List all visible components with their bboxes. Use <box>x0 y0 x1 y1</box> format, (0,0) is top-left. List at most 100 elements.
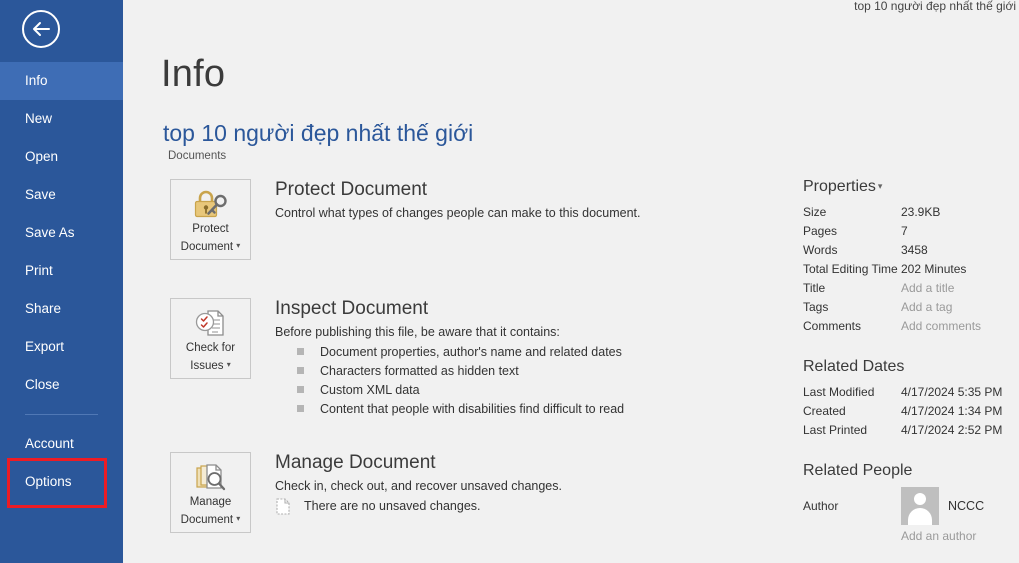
sidebar-item-share[interactable]: Share <box>0 290 123 328</box>
window-corner-title: top 10 người đẹp nhất thế giới <box>854 0 1016 13</box>
sidebar-item-print[interactable]: Print <box>0 252 123 290</box>
list-item-label: Document properties, author's name and r… <box>320 344 622 359</box>
sidebar-item-save-as[interactable]: Save As <box>0 214 123 252</box>
check-for-issues-button[interactable]: Check for Issues ▾ <box>170 298 251 379</box>
sidebar-item-open[interactable]: Open <box>0 138 123 176</box>
property-key: Words <box>803 243 838 257</box>
backstage-view: Info New Open Save Save As Print Share E… <box>0 0 1019 563</box>
sidebar-item-label: Open <box>25 149 59 164</box>
property-row-pages: Pages 7 <box>803 222 1019 241</box>
property-key: Title <box>803 281 826 295</box>
document-checklist-icon <box>171 306 250 340</box>
chevron-down-icon: ▾ <box>877 181 883 191</box>
sidebar-item-label: Options <box>25 474 72 489</box>
manage-document-body: Manage Document Check in, check out, and… <box>275 450 562 515</box>
protect-document-title: Protect Document <box>275 179 428 200</box>
related-date-value: 4/17/2024 1:34 PM <box>901 404 1003 418</box>
property-key: Comments <box>803 319 862 333</box>
panel-spacer <box>803 336 1019 358</box>
add-tag-field[interactable]: Add a tag <box>901 298 952 317</box>
add-title-field[interactable]: Add a title <box>901 279 954 298</box>
bullet-square-icon <box>297 386 304 393</box>
sidebar-item-label: Save As <box>25 225 75 240</box>
property-key: Total Editing Time <box>803 262 898 276</box>
document-name: top 10 người đẹp nhất thế giới <box>163 120 474 146</box>
unsaved-changes-text: There are no unsaved changes. <box>304 499 481 513</box>
sidebar-item-close[interactable]: Close <box>0 366 123 404</box>
lock-and-key-icon <box>171 187 250 221</box>
properties-heading-label: Properties <box>803 178 876 195</box>
list-item-label: Characters formatted as hidden text <box>320 363 519 378</box>
check-issues-button-label-line1: Check for <box>185 342 236 354</box>
related-date-row-last-printed: Last Printed 4/17/2024 2:52 PM <box>803 421 1019 440</box>
add-author-field[interactable]: Add an author <box>901 529 1019 543</box>
properties-heading[interactable]: Properties ▾ <box>803 178 1019 196</box>
sidebar-item-label: Account <box>25 436 74 451</box>
documents-magnifier-icon <box>171 460 250 494</box>
back-arrow-glyph <box>33 22 50 36</box>
manage-document-title: Manage Document <box>275 452 436 473</box>
sidebar-item-options[interactable]: Options <box>0 463 123 501</box>
protect-button-label-line2: Document ▾ <box>180 241 241 253</box>
related-date-key: Created <box>803 404 846 418</box>
backstage-main: top 10 người đẹp nhất thế giới Info top … <box>123 0 1019 563</box>
avatar-body <box>908 508 932 525</box>
chevron-down-icon: ▾ <box>226 360 231 369</box>
property-key: Tags <box>803 300 829 314</box>
related-date-row-last-modified: Last Modified 4/17/2024 5:35 PM <box>803 383 1019 402</box>
panel-spacer <box>803 440 1019 462</box>
back-arrow-icon[interactable] <box>22 10 60 48</box>
sidebar-item-account[interactable]: Account <box>0 425 123 463</box>
property-key: Size <box>803 205 827 219</box>
sidebar-item-new[interactable]: New <box>0 100 123 138</box>
property-row-tags: Tags Add a tag <box>803 298 1019 317</box>
property-value: 202 Minutes <box>901 262 967 276</box>
sidebar-item-label: Export <box>25 339 65 354</box>
add-comments-field[interactable]: Add comments <box>901 317 981 336</box>
author-name: NCCC <box>948 499 985 513</box>
list-item: Document properties, author's name and r… <box>275 342 624 361</box>
document-location: Documents <box>168 150 227 162</box>
sidebar-divider <box>25 414 98 415</box>
draft-document-icon <box>276 498 290 515</box>
sidebar-item-label: Print <box>25 263 53 278</box>
protect-button-label-line1: Protect <box>192 223 229 235</box>
manage-document-description: Check in, check out, and recover unsaved… <box>275 479 562 493</box>
property-row-words: Words 3458 <box>803 241 1019 260</box>
sidebar-item-label: Share <box>25 301 62 316</box>
bullet-square-icon <box>297 405 304 412</box>
sidebar-item-export[interactable]: Export <box>0 328 123 366</box>
manage-button-label-line2: Document ▾ <box>180 514 241 526</box>
related-people-heading: Related People <box>803 462 913 479</box>
property-row-size: Size 23.9KB <box>803 203 1019 222</box>
protect-document-button[interactable]: Protect Document ▾ <box>170 179 251 260</box>
related-date-value: 4/17/2024 2:52 PM <box>901 423 1003 437</box>
related-date-value: 4/17/2024 5:35 PM <box>901 385 1003 399</box>
sidebar-item-label: New <box>25 111 53 126</box>
sidebar-item-label: Close <box>25 377 60 392</box>
avatar-head <box>914 493 926 505</box>
unsaved-changes-note: There are no unsaved changes. <box>275 497 562 515</box>
related-date-key: Last Printed <box>803 423 868 437</box>
author-row: Author NCCC <box>803 487 1019 525</box>
manage-document-button[interactable]: Manage Document ▾ <box>170 452 251 533</box>
author-key: Author <box>803 498 839 513</box>
list-item-label: Custom XML data <box>320 382 420 397</box>
properties-panel: Properties ▾ Size 23.9KB Pages 7 Words 34… <box>803 178 1019 543</box>
sidebar-nav: Info New Open Save Save As Print Share E… <box>0 62 123 501</box>
avatar <box>901 487 939 525</box>
property-row-title: Title Add a title <box>803 279 1019 298</box>
chevron-down-icon: ▾ <box>236 514 241 523</box>
sidebar-item-label: Info <box>25 73 48 88</box>
backstage-sidebar: Info New Open Save Save As Print Share E… <box>0 0 123 563</box>
bullet-square-icon <box>297 367 304 374</box>
list-item: Content that people with disabilities fi… <box>275 399 624 418</box>
related-date-key: Last Modified <box>803 385 875 399</box>
sidebar-item-info[interactable]: Info <box>0 62 123 100</box>
list-item-label: Content that people with disabilities fi… <box>320 401 625 416</box>
check-issues-button-label-line2: Issues ▾ <box>190 360 231 372</box>
sidebar-item-save[interactable]: Save <box>0 176 123 214</box>
bullet-square-icon <box>297 348 304 355</box>
chevron-down-icon: ▾ <box>236 241 241 250</box>
protect-document-body: Protect Document Control what types of c… <box>275 177 641 220</box>
